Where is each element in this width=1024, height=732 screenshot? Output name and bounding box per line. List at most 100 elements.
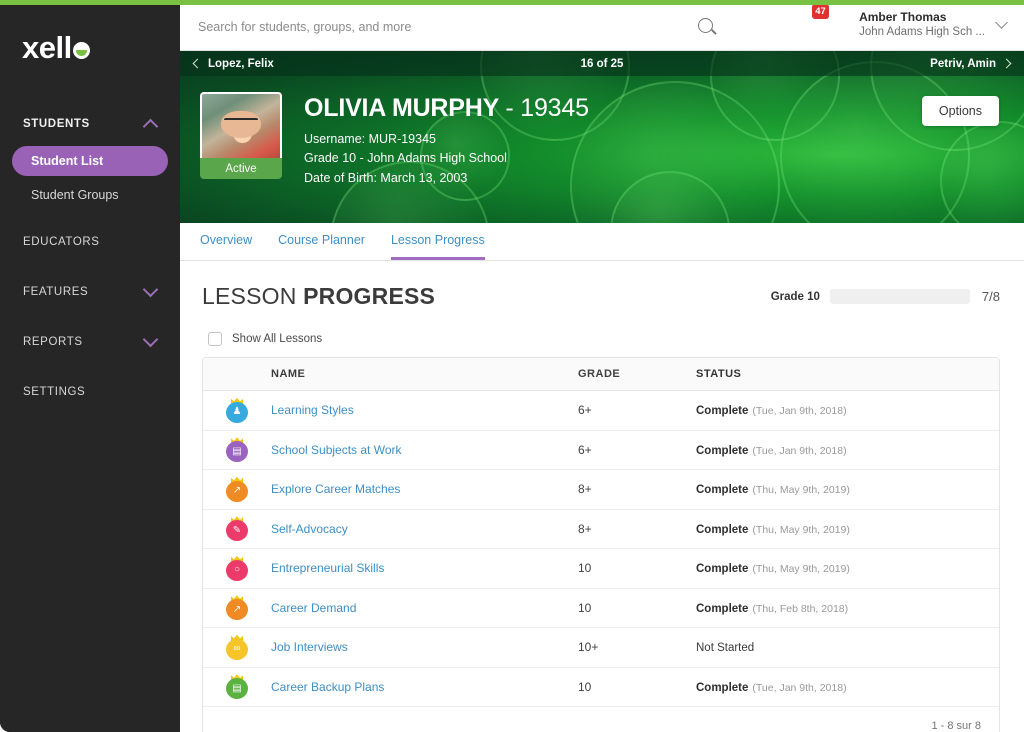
lesson-grade-cell: 10 bbox=[578, 600, 592, 615]
lesson-badge-self-advocacy: ✎ bbox=[226, 516, 248, 542]
top-accent-bar bbox=[0, 0, 1024, 5]
table-row[interactable]: ▤ School Subjects at Work 6+ Complete (Tue, … bbox=[203, 431, 999, 470]
lesson-link[interactable]: Career Backup Plans bbox=[271, 680, 384, 694]
lesson-glyph-icon: ✎ bbox=[232, 524, 242, 536]
app-root: xell STUDENTS Student List Student Group… bbox=[0, 0, 1024, 732]
lesson-status-cell: Complete (Tue, Jan 9th, 2018) bbox=[696, 443, 999, 457]
student-photo bbox=[200, 92, 282, 158]
sidebar-section-features[interactable]: FEATURES bbox=[0, 274, 180, 310]
lesson-badge-career-demand: ↗ bbox=[226, 595, 248, 621]
show-all-lessons-label: Show All Lessons bbox=[232, 333, 323, 345]
student-id: - 19345 bbox=[505, 94, 589, 122]
notification-badge: 47 bbox=[812, 4, 830, 19]
main-column: 47 Amber Thomas John Adams High Sch ... bbox=[180, 4, 1024, 732]
lesson-badge-school-subjects: ▤ bbox=[226, 437, 248, 463]
lesson-name-cell: Self-Advocacy bbox=[271, 522, 578, 536]
sidebar-section-settings-label: SETTINGS bbox=[23, 386, 86, 398]
lesson-status-cell: Not Started bbox=[696, 640, 999, 654]
lesson-grade-cell: 8+ bbox=[578, 482, 592, 497]
sidebar: xell STUDENTS Student List Student Group… bbox=[0, 4, 180, 732]
table-row[interactable]: ♟ Learning Styles 6+ Complete (Tue, Jan 9th,… bbox=[203, 391, 999, 431]
xello-logo[interactable]: xell bbox=[22, 28, 180, 68]
lesson-grade-cell: 8+ bbox=[578, 521, 592, 536]
lesson-glyph-icon: ○ bbox=[233, 564, 241, 576]
search-input[interactable] bbox=[198, 20, 698, 34]
lesson-grade-cell: 10 bbox=[578, 679, 592, 694]
lesson-badge-entrepreneurial-skills: ○ bbox=[226, 555, 248, 581]
lesson-link[interactable]: Job Interviews bbox=[271, 640, 348, 654]
student-details: OLIVIA MURPHY - 19345 Username: MUR-1934… bbox=[304, 92, 589, 188]
lesson-name-cell: Entrepreneurial Skills bbox=[271, 561, 578, 575]
lesson-badge-job-interviews: ∞ bbox=[226, 634, 248, 660]
lesson-link[interactable]: School Subjects at Work bbox=[271, 443, 402, 457]
table-row[interactable]: ↗ Explore Career Matches 8+ Complete (Thu, M… bbox=[203, 470, 999, 510]
lesson-status-text: Not Started bbox=[696, 642, 755, 655]
chevron-down-icon[interactable] bbox=[142, 331, 159, 347]
lesson-status-date: (Thu, May 9th, 2019) bbox=[752, 484, 850, 497]
tab-overview-label: Overview bbox=[200, 232, 253, 247]
chevron-down-icon[interactable] bbox=[995, 15, 1008, 29]
tab-lesson-progress-label: Lesson Progress bbox=[390, 232, 485, 247]
page-title-bold: PROGRESS bbox=[303, 283, 436, 309]
lesson-status-date: (Thu, May 9th, 2019) bbox=[752, 523, 850, 536]
lesson-icon-cell: ↗ bbox=[203, 476, 271, 502]
lesson-badge-circle: ○ bbox=[226, 559, 248, 581]
sidebar-nav: STUDENTS Student List Student Groups EDU… bbox=[0, 106, 180, 410]
show-all-lessons-row[interactable]: Show All Lessons bbox=[208, 332, 1000, 346]
tab-overview[interactable]: Overview bbox=[200, 223, 252, 260]
lesson-badge-circle: ↗ bbox=[226, 480, 248, 502]
lesson-status-cell: Complete (Thu, May 9th, 2019) bbox=[696, 522, 999, 536]
chevron-down-icon[interactable] bbox=[142, 281, 159, 297]
chevron-right-icon bbox=[1001, 58, 1012, 69]
sidebar-item-student-list[interactable]: Student List bbox=[12, 146, 168, 176]
column-header-name: NAME bbox=[271, 368, 306, 380]
table-row[interactable]: ∞ Job Interviews 10+ Not Started bbox=[203, 628, 999, 668]
lesson-status-cell: Complete (Thu, May 9th, 2019) bbox=[696, 561, 999, 575]
grade-progress-value: 7/8 bbox=[981, 289, 1000, 304]
lesson-badge-circle: ▤ bbox=[226, 441, 248, 463]
table-header-row: NAME GRADE STATUS bbox=[203, 358, 999, 391]
show-all-lessons-checkbox[interactable] bbox=[208, 332, 222, 346]
lesson-badge-explore-career-matches: ↗ bbox=[226, 476, 248, 502]
search-icon[interactable] bbox=[698, 18, 713, 33]
lesson-status-date: (Thu, Feb 8th, 2018) bbox=[752, 602, 849, 615]
options-button[interactable]: Options bbox=[921, 96, 999, 126]
lesson-status-date: (Tue, Jan 9th, 2018) bbox=[752, 444, 847, 457]
lesson-grade-cell: 10+ bbox=[578, 640, 599, 655]
sidebar-item-student-groups[interactable]: Student Groups bbox=[12, 180, 168, 210]
lesson-progress-table: NAME GRADE STATUS ♟ Learning Styles 6+ Comp… bbox=[202, 357, 1000, 732]
lesson-link[interactable]: Explore Career Matches bbox=[271, 482, 400, 496]
lesson-link[interactable]: Entrepreneurial Skills bbox=[271, 561, 384, 575]
lesson-link[interactable]: Learning Styles bbox=[271, 403, 354, 417]
next-student-link[interactable]: Petriv, Amin bbox=[930, 58, 1012, 70]
grade-progress-label: Grade 10 bbox=[770, 290, 820, 303]
lesson-glyph-icon: ▤ bbox=[232, 682, 242, 694]
sidebar-section-students[interactable]: STUDENTS bbox=[0, 106, 180, 142]
account-menu[interactable]: 47 Amber Thomas John Adams High Sch ... bbox=[812, 4, 1012, 42]
lesson-grade-cell: 6+ bbox=[578, 403, 592, 418]
logo-dot-icon bbox=[72, 42, 90, 59]
table-row[interactable]: ↗ Career Demand 10 Complete (Thu, Feb 8th, 2… bbox=[203, 589, 999, 628]
chevron-up-icon[interactable] bbox=[142, 118, 159, 134]
sidebar-section-features-label: FEATURES bbox=[23, 286, 89, 298]
account-name: Amber Thomas bbox=[859, 9, 947, 24]
status-badge: Active bbox=[200, 158, 282, 179]
table-row[interactable]: ✎ Self-Advocacy 8+ Complete (Thu, May 9th, 2… bbox=[203, 510, 999, 549]
tab-lesson-progress[interactable]: Lesson Progress bbox=[390, 223, 485, 260]
sidebar-section-educators[interactable]: EDUCATORS bbox=[0, 224, 180, 260]
sidebar-section-reports-label: REPORTS bbox=[23, 336, 83, 348]
table-row[interactable]: ▤ Career Backup Plans 10 Complete (Tue, Jan … bbox=[203, 668, 999, 707]
grade-progress-track bbox=[829, 289, 970, 304]
lesson-link[interactable]: Career Demand bbox=[271, 601, 356, 615]
lesson-link[interactable]: Self-Advocacy bbox=[271, 522, 348, 536]
lesson-status-text: Complete bbox=[696, 681, 749, 694]
previous-student-link[interactable]: Lopez, Felix bbox=[192, 58, 274, 70]
sidebar-section-settings[interactable]: SETTINGS bbox=[0, 374, 180, 410]
table-row[interactable]: ○ Entrepreneurial Skills 10 Complete (Thu, M… bbox=[203, 549, 999, 589]
lesson-name-cell: Job Interviews bbox=[271, 640, 578, 654]
lesson-glyph-icon: ↗ bbox=[232, 603, 242, 615]
lesson-status-text: Complete bbox=[696, 602, 749, 615]
sidebar-section-reports[interactable]: REPORTS bbox=[0, 324, 180, 360]
tab-course-planner[interactable]: Course Planner bbox=[278, 223, 365, 260]
student-tabs: Overview Course Planner Lesson Progress bbox=[180, 223, 1024, 261]
